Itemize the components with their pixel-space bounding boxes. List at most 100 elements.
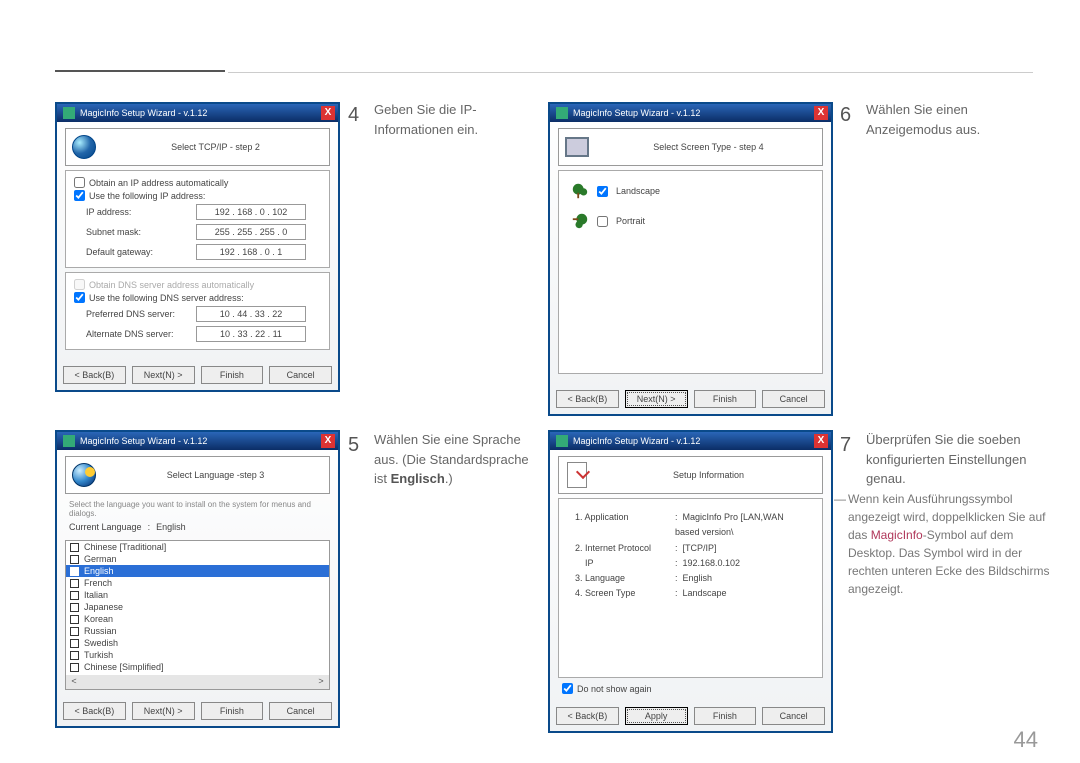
gw-field[interactable]: 192 . 168 . 0 . 1 — [196, 244, 306, 260]
titlebar: MagicInfo Setup Wizard - v.1.12 X — [550, 104, 831, 122]
adns-label: Alternate DNS server: — [86, 329, 196, 339]
landscape-checkbox[interactable] — [597, 186, 608, 197]
cancel-button[interactable]: Cancel — [269, 702, 332, 720]
lang-name: English — [84, 566, 114, 576]
list-item[interactable]: Chinese [Traditional] — [66, 541, 329, 553]
portrait-label: Portrait — [616, 216, 645, 226]
list-item[interactable]: German — [66, 553, 329, 565]
finish-button[interactable]: Finish — [694, 707, 757, 725]
app-icon — [556, 107, 568, 119]
auto-ip-checkbox[interactable] — [74, 177, 85, 188]
next-button[interactable]: Next(N) > — [132, 702, 195, 720]
auto-dns-label: Obtain DNS server address automatically — [89, 280, 254, 290]
lang-name: German — [84, 554, 117, 564]
manual-ip-checkbox[interactable] — [74, 190, 85, 201]
titlebar: MagicInfo Setup Wizard - v.1.12 X — [550, 432, 831, 450]
current-lang-value: English — [156, 522, 186, 532]
adns-field[interactable]: 10 . 33 . 22 . 11 — [196, 326, 306, 342]
wizard-language: MagicInfo Setup Wizard - v.1.12 X Select… — [55, 430, 340, 728]
checkbox-icon — [70, 543, 79, 552]
checkbox-icon — [70, 627, 79, 636]
wizard-screentype: MagicInfo Setup Wizard - v.1.12 X Select… — [548, 102, 833, 416]
app-icon — [63, 107, 75, 119]
checkbox-icon — [70, 555, 79, 564]
header-rule — [55, 70, 225, 72]
globe-icon — [72, 135, 96, 159]
back-button[interactable]: < Back(B) — [63, 366, 126, 384]
lang-name: Japanese — [84, 602, 123, 612]
list-item[interactable]: English — [66, 565, 329, 577]
language-list[interactable]: Chinese [Traditional]German English French… — [65, 540, 330, 690]
lang-name: French — [84, 578, 112, 588]
lang-name: Russian — [84, 626, 117, 636]
list-item[interactable]: French — [66, 577, 329, 589]
document-icon — [567, 462, 587, 488]
checkbox-icon — [70, 603, 79, 612]
dont-show-label: Do not show again — [577, 684, 652, 694]
list-item[interactable]: Turkish — [66, 649, 329, 661]
current-lang-label: Current Language — [69, 522, 142, 532]
caption-5: 5Wählen Sie eine Sprache aus. (Die Stand… — [348, 430, 544, 489]
next-button[interactable]: Next(N) > — [132, 366, 195, 384]
scrollbar-horizontal[interactable]: <> — [66, 675, 329, 689]
auto-dns-checkbox — [74, 279, 85, 290]
list-item[interactable]: Chinese [Simplified] — [66, 661, 329, 673]
cancel-button[interactable]: Cancel — [762, 707, 825, 725]
finish-button[interactable]: Finish — [201, 702, 264, 720]
titlebar: MagicInfo Setup Wizard - v.1.12 X — [57, 432, 338, 450]
finish-button[interactable]: Finish — [201, 366, 264, 384]
ip-field[interactable]: 192 . 168 . 0 . 102 — [196, 204, 306, 220]
step-header: Select Screen Type - step 4 — [558, 128, 823, 166]
back-button[interactable]: < Back(B) — [556, 390, 619, 408]
language-icon — [72, 463, 96, 487]
finish-button[interactable]: Finish — [694, 390, 757, 408]
step-header: Select Language -step 3 — [65, 456, 330, 494]
list-item[interactable]: Korean — [66, 613, 329, 625]
summary-row: 4. Screen Type: Landscape — [575, 586, 806, 601]
list-item[interactable]: Italian — [66, 589, 329, 601]
step-title: Setup Information — [599, 470, 818, 480]
manual-dns-label: Use the following DNS server address: — [89, 293, 244, 303]
gw-label: Default gateway: — [86, 247, 196, 257]
cancel-button[interactable]: Cancel — [762, 390, 825, 408]
scroll-left-icon: < — [68, 676, 80, 688]
close-icon[interactable]: X — [814, 434, 828, 448]
back-button[interactable]: < Back(B) — [556, 707, 619, 725]
dont-show-checkbox[interactable] — [562, 683, 573, 694]
wizard-tcpip: MagicInfo Setup Wizard - v.1.12 X Select… — [55, 102, 340, 392]
list-item[interactable]: Japanese — [66, 601, 329, 613]
mask-field[interactable]: 255 . 255 . 255 . 0 — [196, 224, 306, 240]
checkbox-icon — [70, 567, 79, 576]
window-title: MagicInfo Setup Wizard - v.1.12 — [573, 436, 700, 446]
close-icon[interactable]: X — [321, 106, 335, 120]
app-icon — [63, 435, 75, 447]
summary-row: 1. Application: MagicInfo Pro [LAN,WAN b… — [575, 510, 806, 541]
close-icon[interactable]: X — [321, 434, 335, 448]
scroll-right-icon: > — [315, 676, 327, 688]
checkbox-icon — [70, 579, 79, 588]
portrait-checkbox[interactable] — [597, 216, 608, 227]
checkbox-icon — [70, 615, 79, 624]
checkbox-icon — [70, 651, 79, 660]
next-button[interactable]: Next(N) > — [625, 390, 688, 408]
lang-name: Italian — [84, 590, 108, 600]
window-title: MagicInfo Setup Wizard - v.1.12 — [573, 108, 700, 118]
manual-dns-checkbox[interactable] — [74, 292, 85, 303]
summary-row: IP: 192.168.0.102 — [575, 556, 806, 571]
list-item[interactable]: Russian — [66, 625, 329, 637]
lang-name: Swedish — [84, 638, 118, 648]
monitor-icon — [565, 137, 589, 157]
close-icon[interactable]: X — [814, 106, 828, 120]
caption-6: 6Wählen Sie einen Anzeigemodus aus. — [840, 100, 1036, 139]
step-header: Setup Information — [558, 456, 823, 494]
header-rule-thin — [228, 72, 1033, 73]
step-title: Select Screen Type - step 4 — [599, 142, 818, 152]
list-item[interactable]: Swedish — [66, 637, 329, 649]
cancel-button[interactable]: Cancel — [269, 366, 332, 384]
back-button[interactable]: < Back(B) — [63, 702, 126, 720]
tree-portrait-icon — [571, 212, 589, 230]
pdns-field[interactable]: 10 . 44 . 33 . 22 — [196, 306, 306, 322]
summary-list: 1. Application: MagicInfo Pro [LAN,WAN b… — [567, 504, 814, 608]
landscape-label: Landscape — [616, 186, 660, 196]
apply-button[interactable]: Apply — [625, 707, 688, 725]
